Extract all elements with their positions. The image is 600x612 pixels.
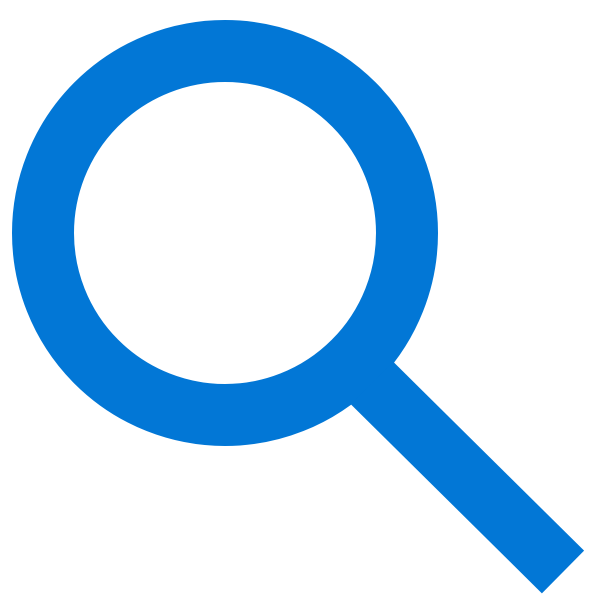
search-icon-canvas (0, 0, 600, 612)
search-icon-handle (350, 361, 585, 594)
search-icon[interactable] (0, 0, 600, 612)
search-icon-lens (12, 20, 438, 446)
